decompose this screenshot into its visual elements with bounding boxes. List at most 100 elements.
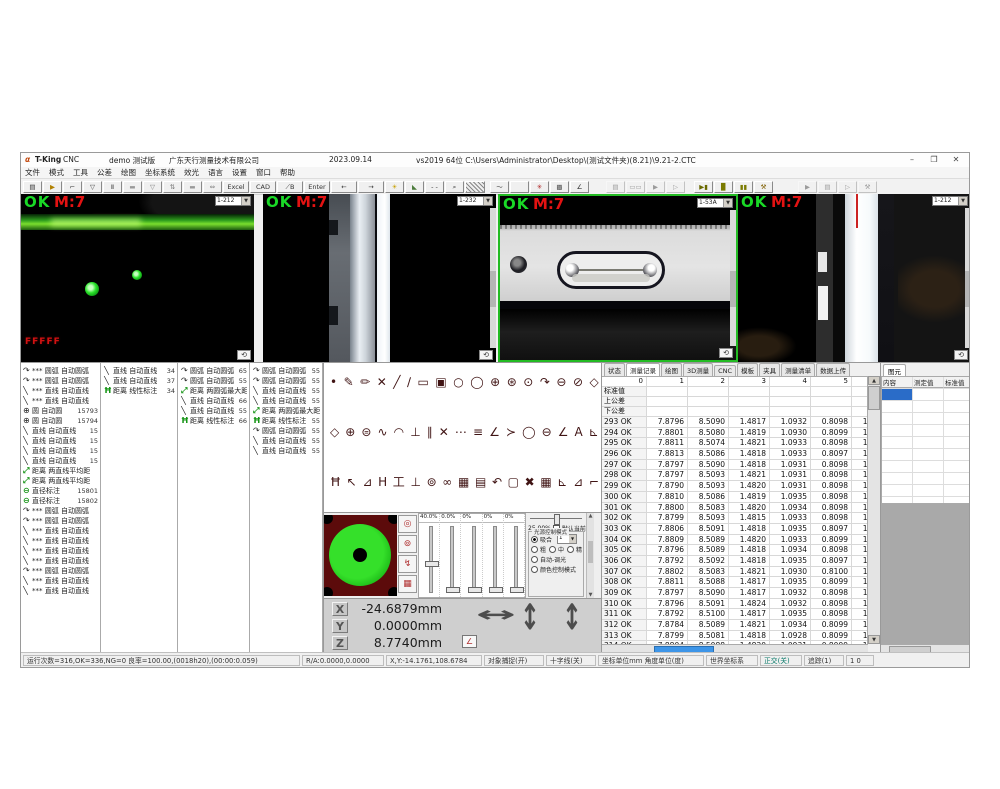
measure-tool-icon[interactable]: ▦	[540, 475, 551, 489]
feature-item[interactable]: ╲*** 直线 自动直线	[21, 546, 100, 556]
table-row[interactable]: 311 OK7.87928.51001.48171.09350.80981.09…	[602, 609, 868, 620]
table-row[interactable]: 305 OK7.87968.50891.48181.09340.80981.09…	[602, 545, 868, 556]
toolbar-open-2[interactable]: ▷	[838, 181, 857, 193]
toolbar-blank-icon[interactable]	[510, 181, 529, 193]
feature-item[interactable]: ↷*** 圆弧 自动圆弧	[21, 376, 100, 386]
camera1-mode-dropdown[interactable]: 1-212 ▼	[215, 196, 251, 206]
table-row[interactable]: 303 OK7.88068.50911.48181.09350.80971.09…	[602, 524, 868, 535]
table-row[interactable]: 312 OK7.87848.50891.48211.09340.80991.09…	[602, 620, 868, 631]
light-slider-3[interactable]: 0%	[461, 514, 482, 597]
ring-light-widget[interactable]	[324, 515, 397, 596]
table-row[interactable]: 310 OK7.87968.50911.48241.09320.80981.09…	[602, 599, 868, 610]
measure-tool-icon[interactable]: ⊚	[427, 475, 437, 489]
measure-tool-icon[interactable]: ⊖	[542, 425, 552, 439]
measure-tool-icon[interactable]: ✕	[439, 425, 449, 439]
element-cell[interactable]	[944, 437, 970, 448]
element-cell[interactable]	[913, 401, 944, 412]
toolbar-pen-b[interactable]: ⟋B	[277, 181, 303, 193]
measure-tool-icon[interactable]: ∠	[489, 425, 500, 439]
feature-item[interactable]: ↷圆弧 自动圆弧55	[179, 376, 249, 386]
toolbar-save[interactable]: ▤	[23, 181, 42, 193]
feature-item[interactable]: ╲直线 自动直线15	[21, 426, 100, 436]
toolbar-zoom[interactable]: ⌕	[445, 181, 464, 193]
element-cell[interactable]	[913, 485, 944, 496]
menu-item-2[interactable]: 工具	[73, 167, 88, 178]
measure-tool-icon[interactable]: ◯	[522, 425, 535, 439]
toolbar-lift[interactable]: ⇅	[163, 181, 182, 193]
measure-tool-icon[interactable]: 工	[393, 475, 405, 489]
toolbar-wave[interactable]: 〜	[490, 181, 509, 193]
table-row[interactable]: 298 OK7.87978.50931.48211.09310.80981.09…	[602, 470, 868, 481]
scroll-down-icon[interactable]: ▼	[868, 635, 880, 644]
measure-tool-icon[interactable]: ⊛	[507, 375, 517, 389]
toolbar-shield[interactable]: ▽	[83, 181, 102, 193]
element-row[interactable]	[882, 485, 970, 497]
element-cell[interactable]	[913, 413, 944, 424]
table-row[interactable]: 313 OK7.87998.50811.48181.09280.80991.09…	[602, 631, 868, 642]
feature-item[interactable]: ╲*** 直线 自动直线	[21, 386, 100, 396]
camera4-scrollbar[interactable]	[965, 208, 970, 348]
table-special-row[interactable]: 上公差	[602, 397, 868, 407]
feature-item[interactable]: ╲*** 直线 自动直线	[21, 586, 100, 596]
measure-tool-icon[interactable]: ⊿	[573, 475, 583, 489]
status-segment-7[interactable]: 正交(关)	[760, 655, 802, 666]
camera4-pan-tool-icon[interactable]: ⟲	[954, 350, 968, 360]
slider-thumb[interactable]	[510, 587, 524, 593]
tab-3[interactable]: 3D测量	[683, 363, 713, 376]
measure-tool-icon[interactable]: ✕	[377, 375, 387, 389]
toolbar-probe[interactable]: ⌐	[63, 181, 82, 193]
element-cell[interactable]	[882, 473, 913, 484]
element-cell[interactable]	[944, 413, 970, 424]
measure-tool-icon[interactable]: ◠	[394, 425, 404, 439]
minimize-button[interactable]: –	[901, 153, 923, 166]
camera3-pan-tool-icon[interactable]: ⟲	[719, 348, 733, 358]
close-button[interactable]: ✕	[945, 153, 967, 166]
measure-tool-icon[interactable]: ✎	[344, 375, 354, 389]
tab-0[interactable]: 状态	[604, 363, 625, 376]
feature-item[interactable]: ╲*** 直线 自动直线	[21, 576, 100, 586]
feature-item[interactable]: ⊖直径标注15801	[21, 486, 100, 496]
toolbar-clamp[interactable]: ▽	[143, 181, 162, 193]
element-cell[interactable]	[913, 473, 944, 484]
maximize-button[interactable]: ❐	[923, 153, 945, 166]
toolbar-pad-2[interactable]: ▬	[183, 181, 202, 193]
toolbar-ibeam[interactable]: Ⅱ	[103, 181, 122, 193]
feature-item[interactable]: ⊖直径标注15802	[21, 496, 100, 506]
table-special-row[interactable]: 标准值	[602, 387, 868, 397]
measure-tool-icon[interactable]: ◇	[590, 375, 599, 389]
feature-item[interactable]: ⤢距离 两直线平均距	[21, 466, 100, 476]
menu-item-6[interactable]: 效光	[184, 167, 199, 178]
element-cell[interactable]	[944, 425, 970, 436]
z-jog-icon[interactable]: ↕	[562, 597, 582, 639]
element-cell[interactable]	[882, 401, 913, 412]
measure-tool-icon[interactable]: ⊘	[573, 375, 583, 389]
element-row[interactable]	[882, 473, 970, 485]
feature-item[interactable]: ╲直线 自动直线55	[179, 406, 249, 416]
xy-jog-vertical-icon[interactable]: ↕	[520, 597, 540, 639]
table-row[interactable]: 308 OK7.88118.50881.48171.09350.80991.09…	[602, 577, 868, 588]
measure-tool-icon[interactable]: ✏	[360, 375, 370, 389]
table-row[interactable]: 294 OK7.88018.50801.48191.09300.80991.09…	[602, 428, 868, 439]
toolbar-hatch-icon[interactable]	[465, 181, 485, 193]
measure-tool-icon[interactable]: Ħ	[330, 475, 341, 489]
measure-tool-icon[interactable]: ✖	[525, 475, 535, 489]
radio-button[interactable]	[531, 556, 538, 563]
table-row[interactable]: 300 OK7.88108.50861.48191.09350.80981.09…	[602, 492, 868, 503]
menu-item-10[interactable]: 帮助	[280, 167, 295, 178]
slider-thumb[interactable]	[489, 587, 503, 593]
feature-item[interactable]: ↷圆弧 自动圆弧55	[251, 376, 322, 386]
toolbar-arrow-right[interactable]: →	[358, 181, 384, 193]
measure-tool-icon[interactable]: ∥	[427, 425, 433, 439]
toolbar-play[interactable]: ▷	[666, 181, 685, 193]
tab-4[interactable]: CNC	[714, 365, 736, 376]
scroll-thumb[interactable]	[868, 386, 880, 410]
toolbar-minus-minus[interactable]: - -	[425, 181, 444, 193]
element-cell[interactable]	[944, 401, 970, 412]
element-cell[interactable]	[944, 461, 970, 472]
element-cell[interactable]	[913, 461, 944, 472]
table-row[interactable]: 309 OK7.87978.50901.48171.09320.80981.09…	[602, 588, 868, 599]
feature-item[interactable]: Ħ距离 线性标注34	[102, 386, 177, 396]
measure-tool-icon[interactable]: ⊾	[589, 425, 599, 439]
camera4-mode-dropdown[interactable]: 1-212 ▼	[932, 196, 968, 206]
camera3-scrollbar[interactable]	[730, 210, 736, 346]
